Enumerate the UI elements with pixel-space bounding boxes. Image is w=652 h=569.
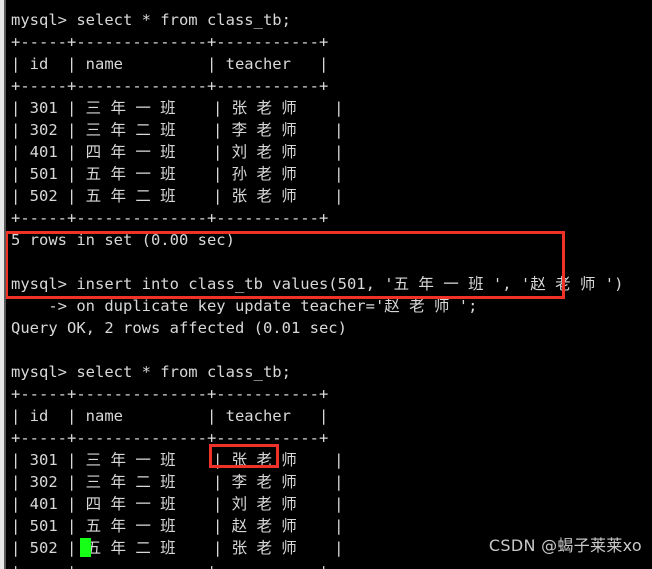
terminal-line: Query OK, 2 rows affected (0.01 sec) <box>11 319 347 337</box>
terminal-line: -> on duplicate key update teacher='赵 老 … <box>11 297 478 315</box>
window-left-edge-shadow <box>4 0 6 569</box>
terminal-line: | 301 | 三 年 一 班 | 张 老 师 | <box>11 99 344 117</box>
terminal-screen: mysql> select * from class_tb; +-----+---… <box>0 0 652 569</box>
terminal-line: +-----+--------------+-----------+ <box>11 33 329 51</box>
terminal-line: | 301 | 三 年 一 班 | 张 老 师 | <box>11 451 344 469</box>
terminal-line: +-----+--------------+-----------+ <box>11 385 329 403</box>
terminal-line: | 302 | 三 年 二 班 | 李 老 师 | <box>11 121 344 139</box>
terminal-line: +-----+--------------+-----------+ <box>11 209 329 227</box>
terminal-line: | 401 | 四 年 一 班 | 刘 老 师 | <box>11 495 344 513</box>
terminal-line: mysql> select * from class_tb; <box>11 11 291 29</box>
terminal-line: | 401 | 四 年 一 班 | 刘 老 师 | <box>11 143 344 161</box>
terminal-line: 5 rows in set (0.00 sec) <box>11 231 235 249</box>
terminal-line: +-----+--------------+-----------+ <box>11 77 329 95</box>
terminal-line: | id | name | teacher | <box>11 407 329 425</box>
csdn-watermark: CSDN @蝎子莱莱xo <box>488 536 642 555</box>
terminal-line: mysql> insert into class_tb values(501, … <box>11 275 624 293</box>
terminal-line: | id | name | teacher | <box>11 55 329 73</box>
terminal-line: | 502 | 五 年 二 班 | 张 老 师 | <box>11 187 344 205</box>
terminal-output[interactable]: mysql> select * from class_tb; +-----+---… <box>6 0 652 569</box>
terminal-line: | 501 | 五 年 一 班 | 孙 老 师 | <box>11 165 344 183</box>
terminal-line: +-----+--------------+-----------+ <box>11 429 329 447</box>
terminal-line: | 302 | 三 年 二 班 | 李 老 师 | <box>11 473 344 491</box>
terminal-line: mysql> select * from class_tb; <box>11 363 291 381</box>
terminal-line: +-----+--------------+-----------+ <box>6 559 652 569</box>
text-cursor <box>80 538 91 557</box>
